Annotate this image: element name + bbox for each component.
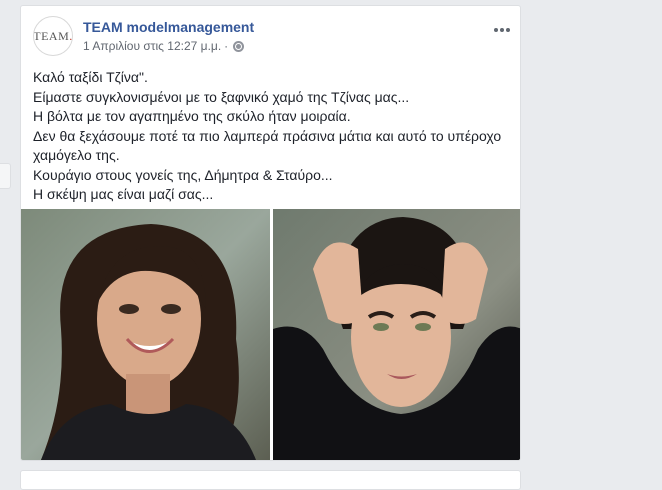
page-avatar[interactable]: TEAM. [33, 16, 73, 56]
post-meta: 1 Απριλίου στις 12:27 μ.μ. · [83, 39, 245, 53]
post-text-line: Κουράγιο στους γονείς της, Δήμητρα & Στα… [33, 166, 333, 183]
post-timestamp[interactable]: 1 Απριλίου στις 12:27 μ.μ. [83, 39, 221, 53]
post-text-line: Η σκέψη μας είναι μαζί σας... [33, 186, 214, 202]
next-post-card [20, 470, 521, 490]
post-text-line: Η βόλτα με τον αγαπημένο της σκύλο ήταν … [33, 108, 351, 124]
photo-hands-in-hair-portrait[interactable] [273, 209, 520, 460]
meta-separator: · [224, 39, 229, 53]
post-header: TEAM. TEAM modelmanagement 1 Απριλίου στ… [33, 16, 520, 60]
post-text-line: Είμαστε συγκλονισμένοι με το ξαφνικό χαμ… [33, 88, 410, 105]
post-text-line: Δεν θα ξεχάσουμε ποτέ τα πιο λαμπερά πρά… [33, 127, 502, 144]
more-options-icon[interactable] [492, 22, 512, 38]
photo-smiling-portrait[interactable] [21, 209, 270, 460]
feed-post: TEAM. TEAM modelmanagement 1 Απριλίου στ… [20, 5, 521, 461]
avatar-logo-text: TEAM. [33, 28, 73, 43]
post-text-line: Καλό ταξίδι Τζίνα". [33, 69, 148, 85]
post-text-line: χαμόγελο της. [33, 147, 120, 163]
page-name-link[interactable]: TEAM modelmanagement [83, 19, 254, 35]
post-text: Καλό ταξίδι Τζίνα". Είμαστε συγκλονισμέν… [33, 68, 513, 205]
post-photos [21, 209, 520, 460]
globe-icon[interactable] [233, 40, 245, 52]
left-column-edge [0, 163, 11, 189]
